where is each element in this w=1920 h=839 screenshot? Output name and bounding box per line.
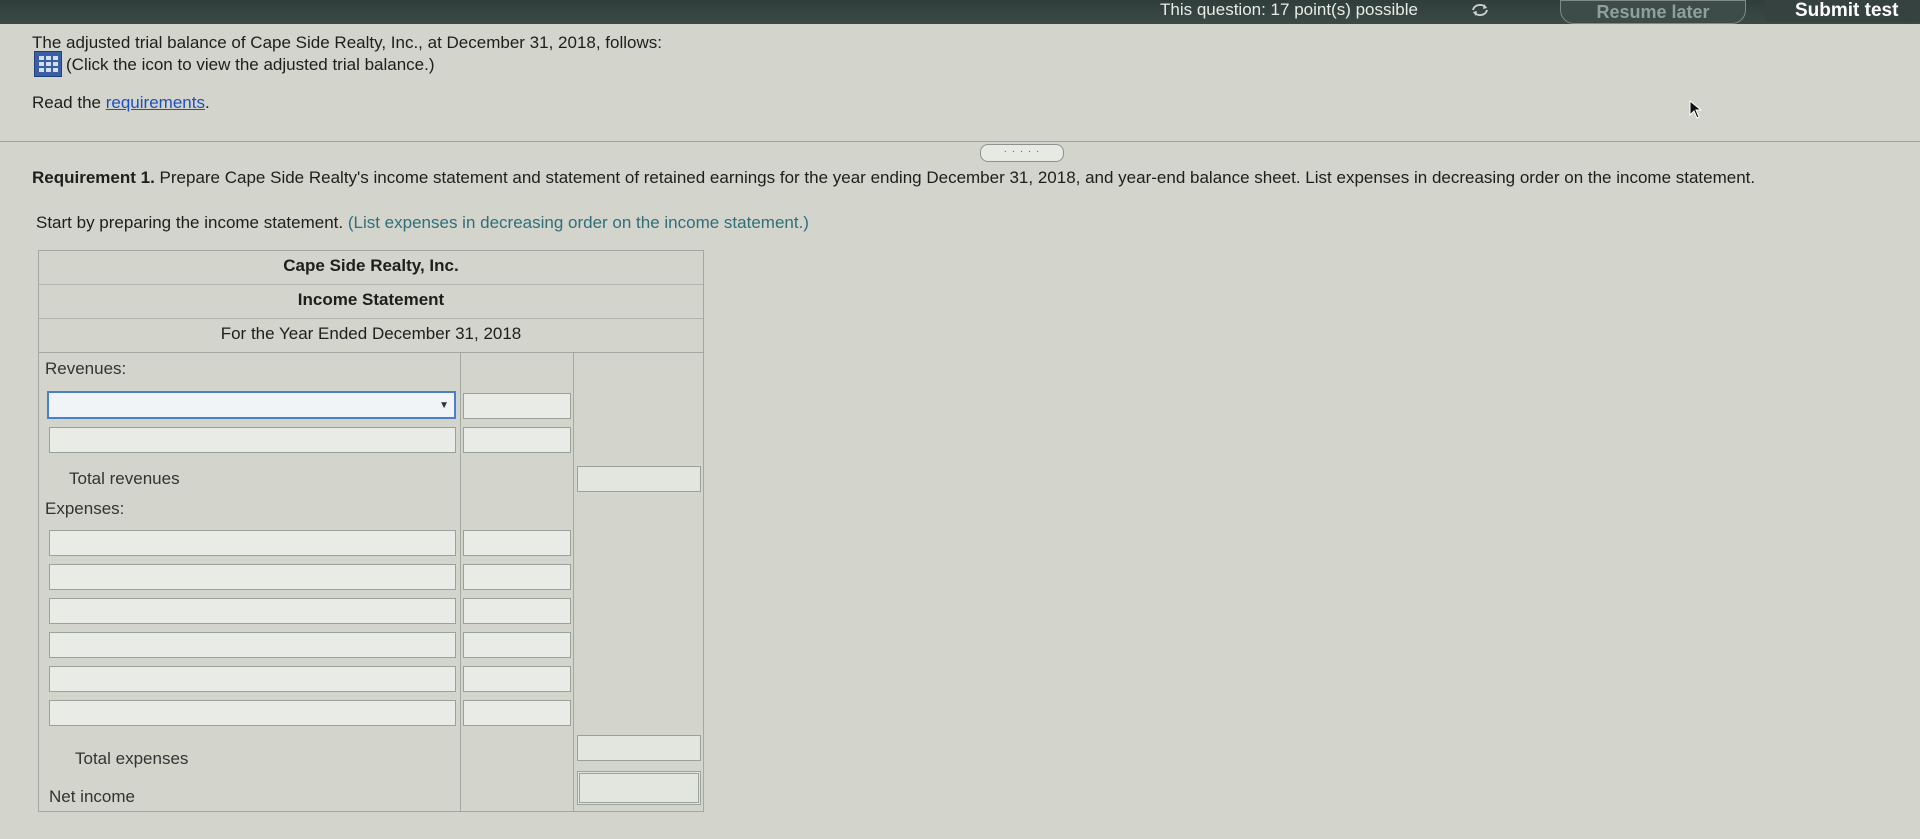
statement-title: Income Statement — [297, 290, 445, 309]
section-divider — [0, 141, 1920, 142]
submit-test-button[interactable]: Submit test — [1765, 0, 1920, 22]
expense-amount-input-4[interactable] — [463, 632, 571, 658]
expense-amount-input-1[interactable] — [463, 530, 571, 556]
sync-icon[interactable] — [1469, 1, 1491, 19]
expense-amount-input-6[interactable] — [463, 700, 571, 726]
revenue-account-input-2[interactable] — [49, 427, 456, 453]
total-revenues-input[interactable] — [577, 466, 701, 492]
net-income-input[interactable] — [577, 771, 701, 805]
requirement-label: Requirement 1. — [32, 168, 155, 187]
revenue-amount-input[interactable] — [463, 393, 571, 419]
income-statement-table: Cape Side Realty, Inc. Income Statement … — [38, 250, 704, 812]
question-intro: The adjusted trial balance of Cape Side … — [32, 33, 662, 52]
expense-amount-input-3[interactable] — [463, 598, 571, 624]
revenue-amount-input-2[interactable] — [463, 427, 571, 453]
expenses-label: Expenses: — [45, 499, 125, 518]
start-prefix: Start by preparing the income statement. — [36, 213, 348, 232]
trial-balance-icon[interactable] — [34, 51, 62, 77]
net-income-label: Net income — [49, 787, 135, 806]
read-requirements-line: Read the requirements. — [32, 93, 210, 113]
chevron-down-icon: ▼ — [439, 400, 449, 411]
mouse-pointer-icon — [1689, 100, 1703, 119]
revenues-label: Revenues: — [45, 359, 127, 378]
company-name: Cape Side Realty, Inc. — [283, 256, 459, 275]
points-possible: This question: 17 point(s) possible — [1160, 0, 1418, 19]
expense-account-input-2[interactable] — [49, 564, 456, 590]
expense-account-input-6[interactable] — [49, 700, 456, 726]
total-expenses-label: Total expenses — [75, 749, 189, 768]
resume-later-button[interactable]: Resume later — [1560, 0, 1746, 24]
expense-amount-input-2[interactable] — [463, 564, 571, 590]
requirement-body: Prepare Cape Side Realty's income statem… — [154, 168, 1756, 187]
read-prefix: Read the — [32, 93, 106, 112]
total-expenses-input[interactable] — [577, 735, 701, 761]
requirement-1-text: Requirement 1. Prepare Cape Side Realty'… — [32, 168, 1755, 188]
expense-account-input-3[interactable] — [49, 598, 456, 624]
start-note: (List expenses in decreasing order on th… — [347, 213, 809, 232]
read-suffix: . — [204, 93, 210, 112]
requirements-link[interactable]: requirements — [106, 93, 205, 112]
expense-account-input-5[interactable] — [49, 666, 456, 692]
expense-amount-input-5[interactable] — [463, 666, 571, 692]
expense-account-input-1[interactable] — [49, 530, 456, 556]
expand-toggle-button[interactable]: · · · · · — [980, 144, 1064, 162]
revenue-account-dropdown[interactable]: ▼ — [47, 391, 456, 419]
expense-account-input-4[interactable] — [49, 632, 456, 658]
top-bar: This question: 17 point(s) possible Resu… — [0, 0, 1920, 24]
statement-period: For the Year Ended December 31, 2018 — [220, 324, 522, 343]
start-instruction: Start by preparing the income statement.… — [36, 213, 809, 233]
click-icon-instruction: (Click the icon to view the adjusted tri… — [66, 55, 435, 74]
total-revenues-label: Total revenues — [69, 469, 180, 488]
